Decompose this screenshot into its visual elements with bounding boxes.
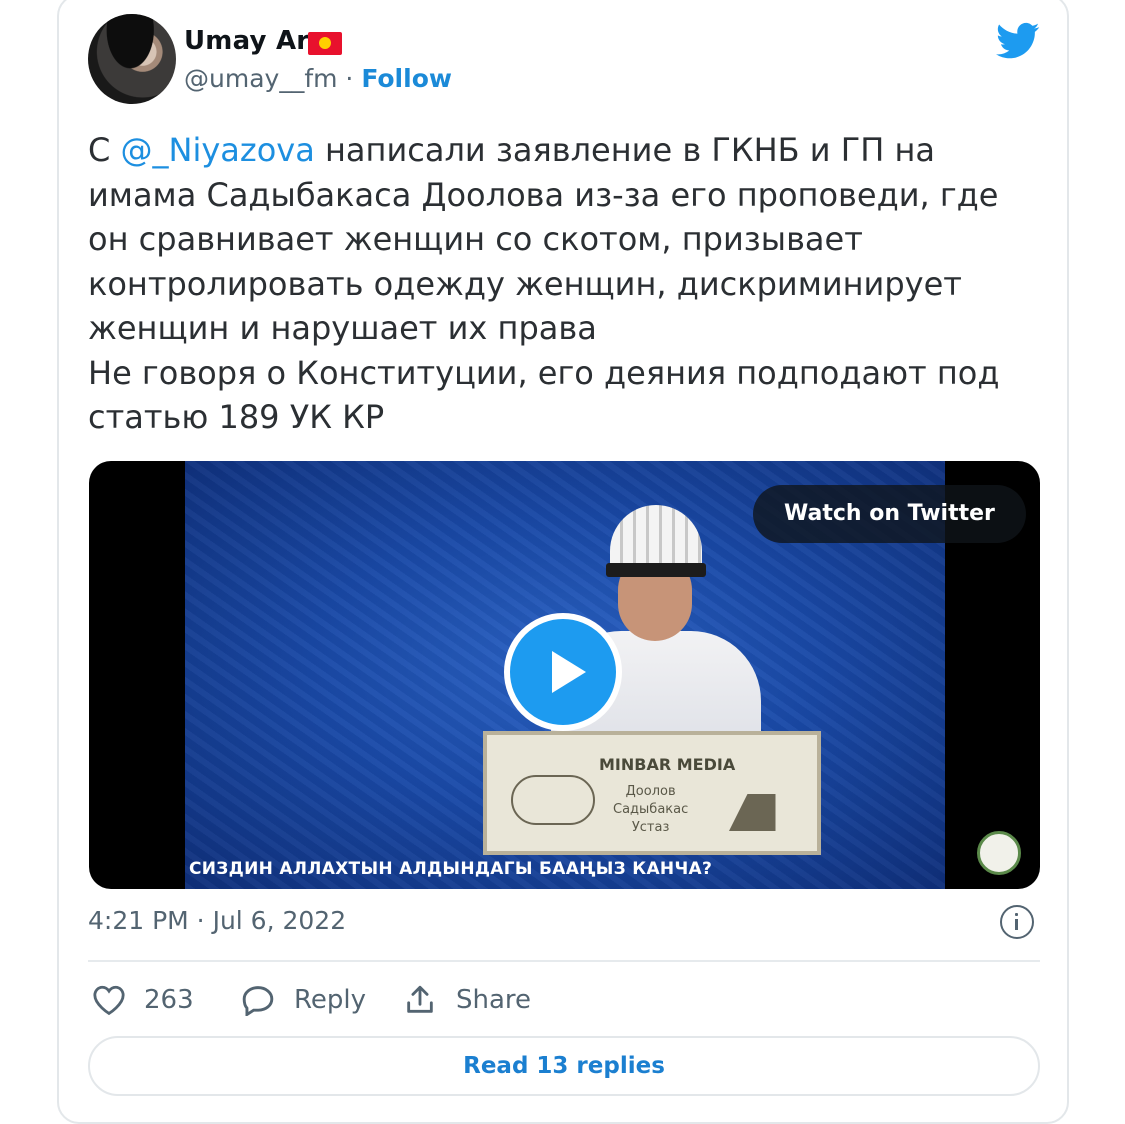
sign-subtitle: Доолов Садыбакас Устаз	[613, 784, 689, 835]
like-button[interactable]: 263	[92, 980, 194, 1020]
heart-icon	[93, 985, 125, 1016]
like-count: 263	[144, 985, 194, 1015]
video-player[interactable]: MINBAR MEDIA Доолов Садыбакас Устаз СИЗД…	[89, 461, 1040, 889]
share-button[interactable]: Share	[402, 980, 531, 1020]
share-label: Share	[456, 985, 532, 1015]
twitter-bird-icon[interactable]	[996, 22, 1040, 60]
reply-label: Reply	[294, 985, 367, 1015]
divider	[88, 960, 1040, 962]
channel-logo-icon	[977, 831, 1021, 875]
sign-title: MINBAR MEDIA	[599, 755, 736, 774]
follow-link[interactable]: Follow	[361, 64, 452, 93]
read-replies-button[interactable]: Read 13 replies	[88, 1036, 1040, 1096]
video-caption: СИЗДИН АЛЛАХТЫН АЛДЫНДАГЫ БААҢЫЗ КАНЧА?	[189, 859, 713, 879]
sign-emblem	[511, 775, 595, 825]
author-avatar[interactable]	[88, 14, 176, 104]
share-upload-icon	[407, 985, 433, 1013]
tweet-text-prefix: С	[88, 131, 121, 169]
tweet-text-body: написали заявление в ГКНБ и ГП на имама …	[88, 131, 1000, 436]
info-icon[interactable]	[1000, 905, 1034, 939]
mosque-emblem	[729, 769, 776, 831]
watch-on-twitter-button[interactable]: Watch on Twitter	[753, 485, 1026, 543]
mention-link[interactable]: @_Niyazova	[121, 131, 315, 169]
author-name[interactable]: Umay Ar	[184, 26, 309, 56]
handle-separator: ·	[337, 64, 362, 93]
tweet-text: С @_Niyazova написали заявление в ГКНБ и…	[88, 128, 1028, 440]
podium-sign: MINBAR MEDIA Доолов Садыбакас Устаз	[483, 731, 821, 855]
speech-bubble-icon	[242, 986, 274, 1016]
author-handle-line: @umay__fm · Follow	[184, 64, 452, 93]
play-button[interactable]	[504, 613, 622, 731]
author-handle[interactable]: @umay__fm	[184, 64, 337, 93]
play-icon	[552, 651, 586, 693]
tweet-timestamp[interactable]: 4:21 PM · Jul 6, 2022	[88, 906, 346, 935]
reply-button[interactable]: Reply	[240, 980, 366, 1020]
kyrgyzstan-flag-icon	[308, 32, 342, 55]
